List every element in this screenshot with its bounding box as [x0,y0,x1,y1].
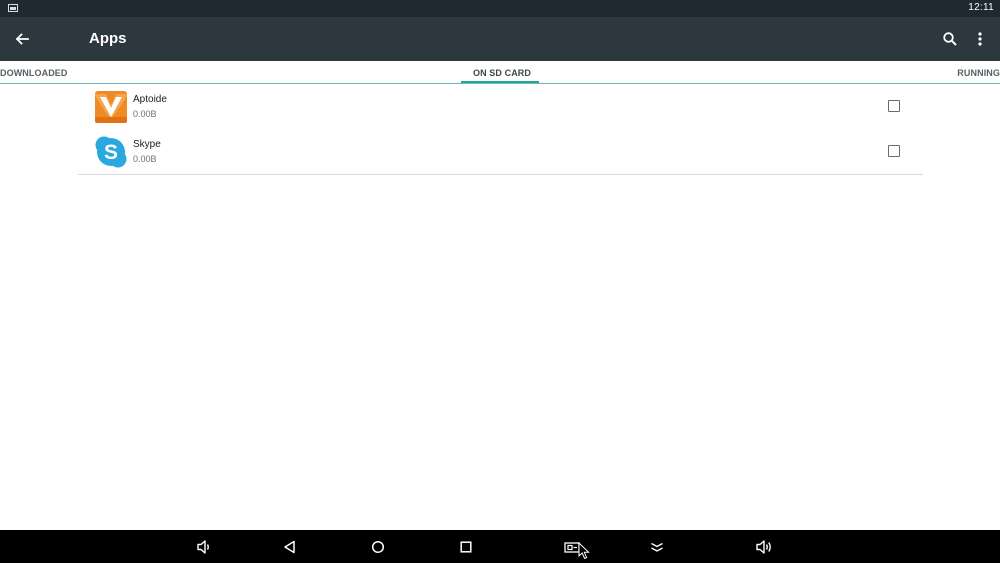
android-screen: 12:11 Apps DOWNLOADED ON SD CARD RUNNING [0,0,1000,563]
back-triangle-icon[interactable] [280,537,300,557]
recents-square-icon[interactable] [456,537,476,557]
status-clock: 12:11 [968,2,994,13]
app-name: Aptoide [133,94,167,105]
app-list: Aptoide 0.00B S Skype 0.00B [78,84,923,175]
system-nav-bar [0,530,1000,563]
volume-up-icon[interactable] [754,537,774,557]
app-name: Skype [133,139,161,150]
app-checkbox[interactable] [888,145,900,157]
tab-downloaded[interactable]: DOWNLOADED [0,68,68,78]
app-toolbar: Apps [0,17,1000,61]
tab-running[interactable]: RUNNING [957,68,1000,78]
more-vert-icon[interactable] [970,29,990,49]
tab-bar: DOWNLOADED ON SD CARD RUNNING [0,61,1000,84]
arrow-back-icon[interactable] [12,29,32,49]
tab-on-sd-card[interactable]: ON SD CARD [473,68,531,78]
mouse-pointer-icon [578,541,590,560]
volume-down-icon[interactable] [194,537,214,557]
aptoide-logo-icon [94,90,128,124]
home-circle-icon[interactable] [368,537,388,557]
app-checkbox[interactable] [888,100,900,112]
page-title: Apps [89,30,127,47]
search-icon[interactable] [940,29,960,49]
status-bar: 12:11 [0,0,1000,17]
collapse-chevron-icon[interactable] [647,537,667,557]
list-item-aptoide[interactable]: Aptoide 0.00B [78,84,923,129]
list-item-skype[interactable]: S Skype 0.00B [78,129,923,174]
skype-logo-icon: S [94,135,128,169]
app-size: 0.00B [133,109,157,119]
image-notification-icon [8,4,18,12]
svg-text:S: S [104,141,118,164]
app-size: 0.00B [133,154,157,164]
